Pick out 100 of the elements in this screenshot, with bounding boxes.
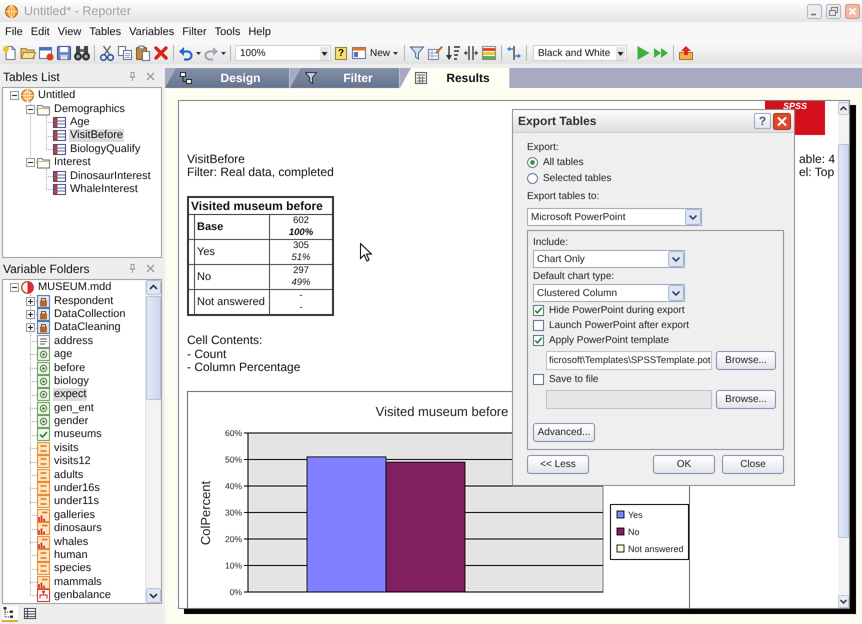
expand-icon[interactable] [26, 296, 34, 306]
template-path-field[interactable]: ficrosoft\Templates\SPSSTemplate.pot [546, 351, 712, 370]
scroll-down-icon[interactable] [146, 588, 161, 603]
tree-item[interactable]: gender [53, 415, 90, 428]
tree-item[interactable]: galleries [53, 508, 96, 522]
ok-button[interactable]: OK [653, 455, 715, 474]
checkbox-option[interactable]: Save to file [533, 372, 598, 387]
caret-icon[interactable] [196, 52, 201, 54]
tree-item[interactable]: BiologyQualify [69, 142, 142, 156]
tree-item[interactable]: human [53, 549, 89, 562]
split-arrows-icon[interactable] [506, 45, 522, 61]
tree-item[interactable]: MUSEUM.mdd [37, 281, 112, 294]
table-pencil-icon[interactable] [427, 45, 444, 61]
tree-item[interactable]: dinosaurs [53, 522, 103, 536]
copy-icon[interactable] [117, 45, 133, 61]
tree-item[interactable]: gen_ent [53, 402, 95, 415]
collapse-icon[interactable] [26, 158, 34, 168]
open-folder-icon[interactable] [20, 45, 36, 61]
checkbox-icon[interactable] [533, 305, 544, 316]
tree-item[interactable]: before [53, 362, 86, 375]
collapse-icon[interactable] [10, 91, 18, 100]
expand-icon[interactable] [26, 323, 34, 332]
zoom-combo[interactable]: 100% [235, 45, 331, 61]
new-button[interactable]: New [349, 45, 400, 61]
tree-item[interactable]: WhaleInterest [69, 182, 139, 196]
scroll-down-icon[interactable] [838, 595, 849, 608]
close-icon[interactable] [773, 112, 791, 130]
menu-item[interactable]: Edit [28, 26, 53, 38]
include-dropdown[interactable]: Chart Only [533, 250, 685, 268]
tree-item[interactable]: species [53, 562, 92, 576]
checkbox-icon[interactable] [533, 374, 544, 385]
binoculars-icon[interactable] [74, 45, 90, 61]
radio-icon[interactable] [527, 172, 538, 184]
scroll-up-icon[interactable] [838, 102, 849, 115]
tree-item[interactable]: biology [53, 374, 90, 388]
menu-item[interactable]: Help [245, 26, 274, 38]
scrollbar-thumb[interactable] [838, 144, 849, 538]
tree-item[interactable]: expect [53, 388, 88, 402]
checkbox-icon[interactable] [533, 320, 544, 331]
checkbox-option[interactable]: Launch PowerPoint after export [533, 318, 690, 333]
tree-item[interactable]: museums [53, 428, 103, 442]
scissors-icon[interactable] [99, 45, 115, 61]
checkbox-option[interactable]: Hide PowerPoint during export [533, 303, 685, 318]
collapse-icon[interactable] [26, 104, 34, 114]
box-arrow-icon[interactable] [678, 45, 694, 61]
tree-item[interactable]: genbalance [53, 589, 112, 602]
tree-structure-icon[interactable] [2, 606, 18, 622]
window-icon[interactable] [351, 45, 367, 61]
column-arrows-icon[interactable] [463, 45, 480, 61]
tree-item[interactable]: whales [53, 536, 90, 549]
radio-option[interactable]: All tables [527, 154, 584, 170]
striped-table-icon[interactable] [481, 45, 498, 61]
export-target-dropdown[interactable]: Microsoft PowerPoint [527, 208, 702, 226]
sort-arrows-icon[interactable] [445, 45, 462, 61]
menu-item[interactable]: Filter [179, 26, 210, 38]
menu-item[interactable]: Tables [86, 26, 124, 38]
funnel-icon[interactable] [409, 45, 426, 61]
new-document-icon[interactable] [2, 45, 18, 61]
tree-item[interactable]: Untitled [37, 89, 76, 102]
tree-item[interactable]: Age [69, 116, 91, 129]
browse-button[interactable]: Browse... [716, 351, 776, 370]
view-tab[interactable]: Filter [290, 68, 400, 88]
less-button[interactable]: << Less [527, 455, 589, 474]
checkbox-option[interactable]: Apply PowerPoint template [533, 333, 670, 348]
browse-button[interactable]: Browse... [716, 390, 776, 409]
tree-item[interactable]: DataCleaning [53, 321, 122, 334]
tree-item[interactable]: adults [53, 468, 84, 482]
view-tab[interactable]: Design [165, 68, 290, 88]
expand-icon[interactable] [26, 310, 34, 319]
menu-item[interactable]: File [2, 26, 26, 38]
tree-item[interactable]: visits12 [53, 455, 92, 468]
tree-item[interactable]: Interest [53, 156, 92, 170]
help-button[interactable]: ? [754, 113, 771, 129]
tree-item[interactable]: under11s [53, 495, 100, 508]
checkbox-icon[interactable] [533, 335, 544, 346]
tree-item[interactable]: mammals [53, 576, 103, 589]
view-tab[interactable]: Results [400, 68, 510, 88]
scroll-up-icon[interactable] [146, 280, 161, 295]
advanced-button[interactable]: Advanced... [533, 423, 595, 442]
tree-item[interactable]: address [53, 334, 94, 348]
tree-item[interactable]: DinosaurInterest [69, 170, 152, 183]
radio-icon[interactable] [527, 156, 538, 168]
tree-item[interactable]: Respondent [53, 294, 114, 308]
caret-icon[interactable] [221, 52, 226, 54]
tree-item[interactable]: visits [53, 442, 80, 455]
tree-item[interactable]: Demographics [53, 102, 126, 116]
minimize-icon[interactable] [807, 4, 822, 18]
list-icon[interactable] [22, 606, 38, 622]
color-scheme-combo[interactable]: Black and White [533, 45, 628, 61]
radio-option[interactable]: Selected tables [527, 170, 612, 186]
undo-icon[interactable] [178, 45, 194, 61]
tree-item[interactable]: VisitBefore [69, 129, 124, 142]
collapse-icon[interactable] [10, 283, 18, 292]
tree-item[interactable]: under16s [53, 482, 101, 496]
tree-item[interactable]: age [53, 348, 74, 362]
menu-item[interactable]: Variables [126, 26, 178, 38]
close-button[interactable]: Close [722, 455, 784, 474]
chart-type-dropdown[interactable]: Clustered Column [533, 284, 685, 302]
menu-item[interactable]: Tools [212, 26, 244, 38]
scrollbar-thumb[interactable] [146, 296, 161, 400]
